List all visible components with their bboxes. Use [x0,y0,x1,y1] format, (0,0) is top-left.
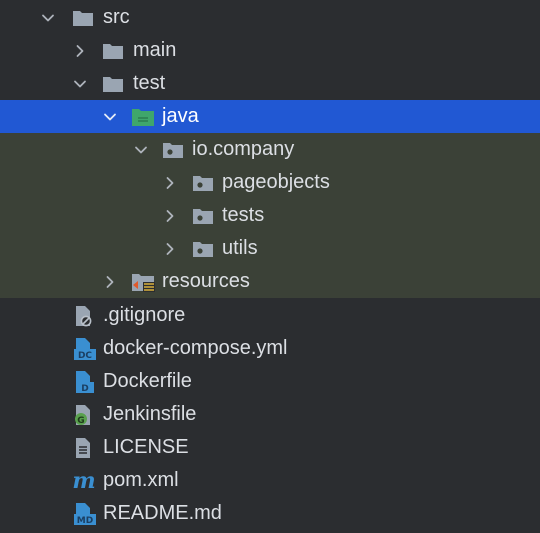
chevron-right-icon[interactable] [102,265,118,298]
file-badge-text: G [77,416,84,426]
tree-node-label: pageobjects [222,171,330,193]
markdown-file-icon: MD [73,497,97,530]
test-resources-folder-icon [131,265,157,298]
folder-icon [102,67,124,100]
gitignore-file-icon [73,299,95,332]
tree-node-label: Jenkinsfile [103,403,197,425]
tree-node-label: tests [222,204,265,226]
tree-node-label: utils [222,237,258,259]
tree-node-java[interactable]: java [0,100,540,133]
package-icon [192,199,214,232]
folder-icon [72,1,94,34]
tree-node-label: Dockerfile [103,370,192,392]
dockerfile-icon: D [73,365,97,398]
package-icon [192,232,214,265]
tree-node-label: docker-compose.yml [103,337,288,359]
tree-node-label: main [133,39,177,61]
file-badge-text: DC [78,351,92,361]
file-badge-text: m [72,469,95,493]
tree-node-utils[interactable]: utils [0,232,540,265]
folder-icon [102,34,124,67]
tree-file-readme[interactable]: MD README.md [0,497,540,530]
tree-node-resources[interactable]: resources [0,265,540,298]
chevron-down-icon[interactable] [72,67,88,100]
chevron-right-icon[interactable] [162,199,178,232]
tree-node-src[interactable]: src [0,1,540,34]
tree-node-test[interactable]: test [0,67,540,100]
tree-node-label: src [103,6,130,28]
tree-node-label: test [133,72,166,94]
chevron-down-icon[interactable] [133,133,149,166]
tree-node-io-company[interactable]: io.company [0,133,540,166]
file-badge-text: D [81,384,88,394]
test-sources-folder-icon [131,100,155,133]
tree-node-tests[interactable]: tests [0,199,540,232]
chevron-down-icon[interactable] [102,100,118,133]
package-icon [192,166,214,199]
chevron-right-icon[interactable] [72,34,88,67]
tree-node-pageobjects[interactable]: pageobjects [0,166,540,199]
package-icon [162,133,184,166]
tree-file-license[interactable]: LICENSE [0,431,540,464]
chevron-right-icon[interactable] [162,166,178,199]
tree-file-jenkinsfile[interactable]: G Jenkinsfile [0,398,540,431]
groovy-file-icon: G [73,398,95,431]
file-badge-text: MD [77,516,93,526]
tree-node-label: java [162,105,199,127]
docker-compose-file-icon: DC [73,332,97,365]
tree-node-label: pom.xml [103,469,179,491]
tree-node-label: README.md [103,502,222,524]
tree-file-docker-compose[interactable]: DC docker-compose.yml [0,332,540,365]
tree-node-label: .gitignore [103,304,186,326]
tree-file-pom[interactable]: m pom.xml [0,464,540,497]
maven-file-icon: m [70,464,98,497]
tree-file-gitignore[interactable]: .gitignore [0,299,540,332]
tree-node-label: io.company [192,138,295,160]
tree-file-dockerfile[interactable]: D Dockerfile [0,365,540,398]
tree-node-label: LICENSE [103,436,189,458]
chevron-down-icon[interactable] [40,1,56,34]
text-file-icon [73,431,95,464]
tree-node-main[interactable]: main [0,34,540,67]
tree-node-label: resources [162,270,250,292]
project-tree: src main test java io.company pageobject… [0,0,540,533]
chevron-right-icon[interactable] [162,232,178,265]
